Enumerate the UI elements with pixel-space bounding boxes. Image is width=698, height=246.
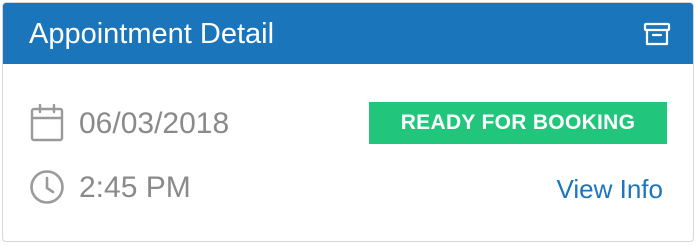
appointment-time: 2:45 PM	[79, 171, 191, 204]
calendar-icon	[30, 103, 64, 142]
appointment-card: Appointment Detail 06/03/2018 2:45 PM RE…	[2, 2, 694, 242]
card-header: Appointment Detail	[3, 3, 693, 64]
archive-icon[interactable]	[643, 20, 671, 48]
view-info-link[interactable]: View Info	[557, 172, 663, 206]
appointment-date: 06/03/2018	[79, 107, 230, 140]
card-title: Appointment Detail	[29, 18, 275, 50]
clock-icon	[29, 169, 65, 205]
status-badge: READY FOR BOOKING	[369, 102, 667, 144]
